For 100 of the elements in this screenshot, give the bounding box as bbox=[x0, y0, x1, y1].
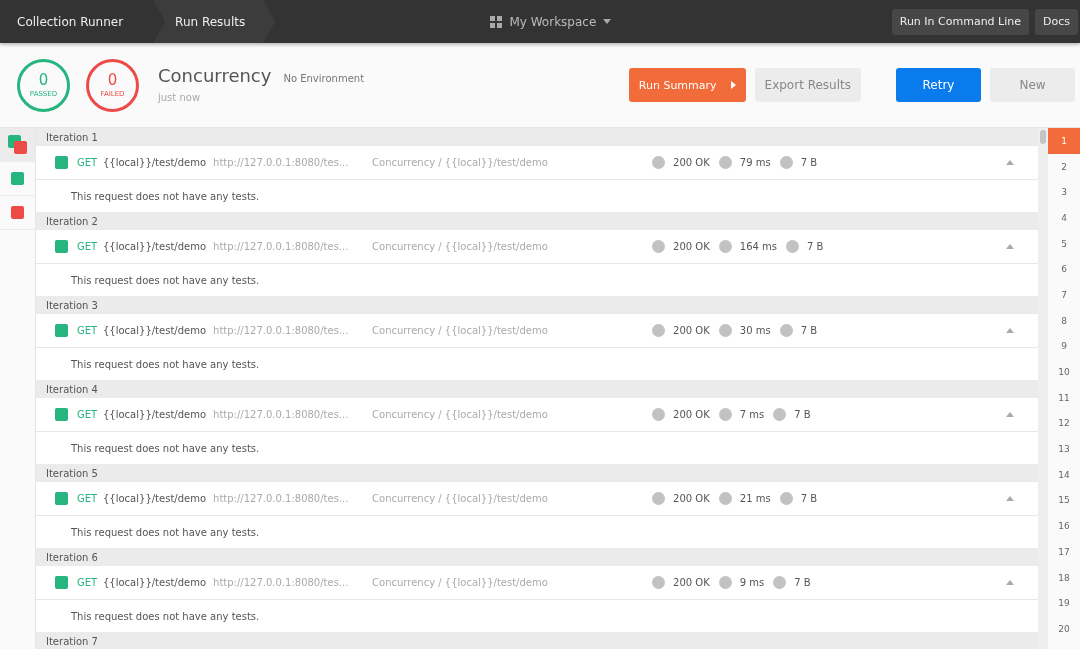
response-time: 7 ms bbox=[739, 409, 765, 420]
request-path: Concurrency / {{local}}/test/demo bbox=[372, 157, 549, 168]
response-size: 7 B bbox=[800, 325, 818, 336]
workspace-selector[interactable]: My Workspace bbox=[509, 14, 597, 29]
request-row[interactable]: GET {{local}}/test/demo http://127.0.0.1:8080/tes... Concurrency / {{local}}/test/demo 200 OK 79 ms 7 B bbox=[36, 146, 1038, 180]
collapse-caret-icon[interactable] bbox=[1006, 328, 1014, 333]
action-button[interactable]: Retry bbox=[896, 68, 981, 102]
header-button[interactable]: Docs bbox=[1035, 8, 1078, 35]
status-dot bbox=[779, 324, 793, 337]
header-button[interactable]: Run In Command Line bbox=[891, 8, 1029, 35]
status-code: 200 OK bbox=[673, 493, 710, 504]
collapse-caret-icon[interactable] bbox=[1006, 496, 1014, 501]
caret-icon bbox=[730, 81, 736, 89]
action-button[interactable]: Run Summary bbox=[628, 68, 746, 102]
status-dot bbox=[652, 324, 666, 337]
status-dot bbox=[779, 156, 793, 169]
method-label: GET bbox=[77, 493, 99, 504]
request-path: Concurrency / {{local}}/test/demo bbox=[372, 325, 549, 336]
status-dot bbox=[718, 240, 732, 253]
status-dot bbox=[718, 324, 732, 337]
request-path: Concurrency / {{local}}/test/demo bbox=[372, 493, 549, 504]
status-dot bbox=[779, 492, 793, 505]
request-row[interactable]: GET {{local}}/test/demo http://127.0.0.1:8080/tes... Concurrency / {{local}}/test/demo 200 OK 7 ms 7 B bbox=[36, 398, 1038, 432]
request-url: http://127.0.0.1:8080/tes... bbox=[213, 577, 350, 588]
request-path: Concurrency / {{local}}/test/demo bbox=[372, 241, 549, 252]
request-url: http://127.0.0.1:8080/tes... bbox=[213, 493, 350, 504]
failed-results-icon bbox=[11, 206, 24, 219]
status-code: 200 OK bbox=[673, 409, 710, 420]
iteration-header: Iteration 1 bbox=[36, 128, 1038, 146]
request-url: http://127.0.0.1:8080/tes... bbox=[213, 325, 350, 336]
response-size: 7 B bbox=[794, 577, 811, 588]
collapse-caret-icon[interactable] bbox=[1006, 244, 1014, 249]
test-message: This request does not have any tests. bbox=[36, 180, 1038, 212]
iteration-header: Iteration 4 bbox=[36, 380, 1038, 398]
status-dot bbox=[718, 408, 732, 421]
status-dot bbox=[652, 240, 666, 253]
status-dot bbox=[773, 576, 787, 589]
response-time: 79 ms bbox=[739, 157, 771, 168]
collapse-caret-icon[interactable] bbox=[1006, 160, 1014, 165]
dropdown-caret-icon[interactable] bbox=[603, 19, 612, 24]
result-filter[interactable] bbox=[0, 128, 35, 162]
all-results-icon bbox=[8, 135, 27, 154]
breadcrumb-tab[interactable]: Collection Runner bbox=[0, 0, 154, 43]
request-row[interactable]: GET {{local}}/test/demo http://127.0.0.1:8080/tes... Concurrency / {{local}}/test/demo 200 OK 30 ms 7 B bbox=[36, 314, 1038, 348]
method-label: GET bbox=[77, 241, 99, 252]
request-url: http://127.0.0.1:8080/tes... bbox=[213, 241, 350, 252]
status-code: 200 OK bbox=[673, 157, 710, 168]
scrollbar[interactable] bbox=[1038, 128, 1048, 649]
status-dot bbox=[652, 156, 666, 169]
response-size: 7 B bbox=[800, 157, 818, 168]
status-dot bbox=[773, 408, 787, 421]
status-dot bbox=[652, 576, 666, 589]
response-size: 7 B bbox=[807, 241, 824, 252]
breadcrumb-tab[interactable]: Run Results bbox=[153, 0, 276, 43]
status-code: 200 OK bbox=[673, 241, 710, 252]
request-row[interactable]: GET {{local}}/test/demo http://127.0.0.1:8080/tes... Concurrency / {{local}}/test/demo 200 OK 21 ms 7 B bbox=[36, 482, 1038, 516]
iteration-header: Iteration 5 bbox=[36, 464, 1038, 482]
method-label: GET bbox=[77, 325, 99, 336]
run-time: just now bbox=[158, 92, 201, 103]
test-message: This request does not have any tests. bbox=[36, 348, 1038, 380]
action-button[interactable]: Export Results bbox=[754, 68, 861, 102]
test-message: This request does not have any tests. bbox=[36, 600, 1038, 632]
request-name: {{local}}/test/demo bbox=[103, 157, 207, 168]
status-dot bbox=[718, 156, 732, 169]
response-time: 164 ms bbox=[739, 241, 777, 252]
request-url: http://127.0.0.1:8080/tes... bbox=[213, 409, 350, 420]
collapse-caret-icon[interactable] bbox=[1006, 580, 1014, 585]
test-message: This request does not have any tests. bbox=[36, 516, 1038, 548]
request-url: http://127.0.0.1:8080/tes... bbox=[213, 157, 350, 168]
action-button[interactable]: New bbox=[990, 68, 1075, 102]
passed-results-icon bbox=[11, 172, 24, 185]
request-row[interactable]: GET {{local}}/test/demo http://127.0.0.1:8080/tes... Concurrency / {{local}}/test/demo 200 OK 164 ms 7 B bbox=[36, 230, 1038, 264]
iteration-header: Iteration 7 bbox=[36, 632, 1038, 649]
iteration-header: Iteration 3 bbox=[36, 296, 1038, 314]
test-message: This request does not have any tests. bbox=[36, 264, 1038, 296]
request-path: Concurrency / {{local}}/test/demo bbox=[372, 409, 549, 420]
status-dot bbox=[652, 408, 666, 421]
status-dot bbox=[718, 576, 732, 589]
method-label: GET bbox=[77, 577, 99, 588]
workspace-icon bbox=[490, 15, 503, 28]
method-label: GET bbox=[77, 409, 99, 420]
request-row[interactable]: GET {{local}}/test/demo http://127.0.0.1:8080/tes... Concurrency / {{local}}/test/demo 200 OK 9 ms 7 B bbox=[36, 566, 1038, 600]
status-code: 200 OK bbox=[673, 577, 710, 588]
response-size: 7 B bbox=[800, 493, 818, 504]
request-path: Concurrency / {{local}}/test/demo bbox=[372, 577, 549, 588]
test-message: This request does not have any tests. bbox=[36, 432, 1038, 464]
status-dot bbox=[786, 240, 799, 253]
response-size: 7 B bbox=[794, 409, 811, 420]
request-name: {{local}}/test/demo bbox=[103, 325, 207, 336]
iteration-tab[interactable]: 1 bbox=[1048, 128, 1080, 154]
status-dot bbox=[652, 492, 666, 505]
method-label: GET bbox=[77, 157, 99, 168]
request-name: {{local}}/test/demo bbox=[103, 493, 207, 504]
request-name: {{local}}/test/demo bbox=[103, 409, 207, 420]
request-name: {{local}}/test/demo bbox=[103, 577, 207, 588]
collection-name: Concurrency bbox=[158, 65, 272, 86]
collapse-caret-icon[interactable] bbox=[1006, 412, 1014, 417]
request-name: {{local}}/test/demo bbox=[103, 241, 207, 252]
iteration-header: Iteration 2 bbox=[36, 212, 1038, 230]
status-code: 200 OK bbox=[673, 325, 710, 336]
